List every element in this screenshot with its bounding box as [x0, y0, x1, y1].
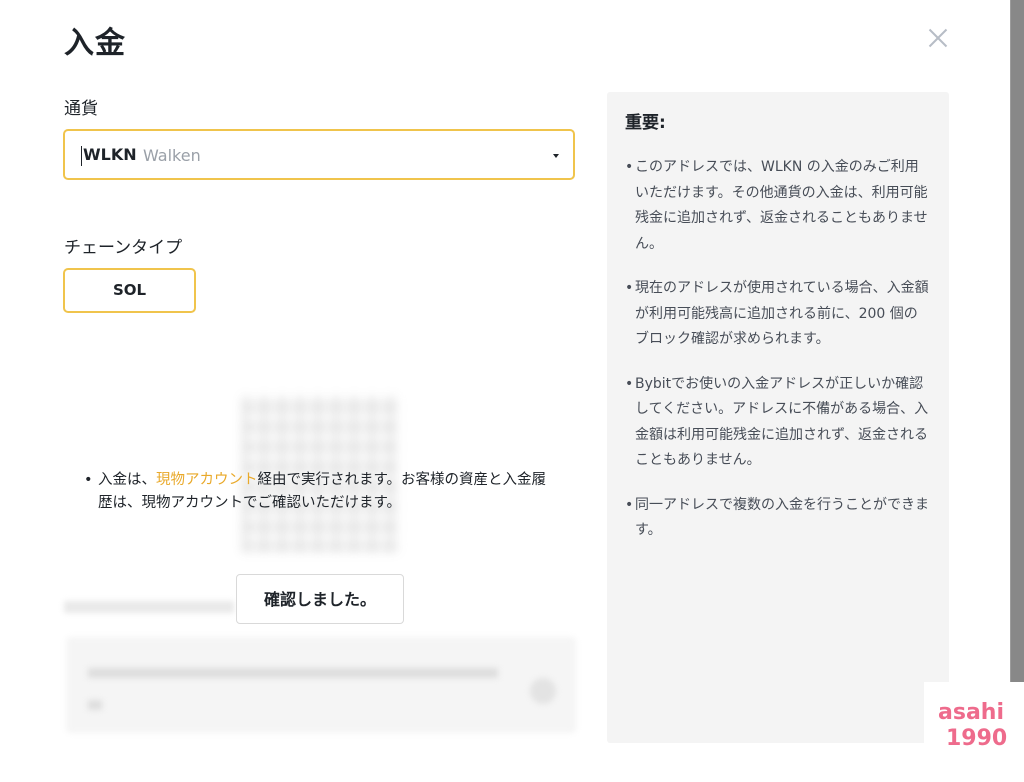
notice-text-before: 入金は、 — [98, 472, 156, 488]
bullet: • — [84, 472, 93, 488]
currency-code: WLKN — [83, 145, 137, 164]
chevron-down-icon[interactable] — [553, 154, 559, 158]
page-title: 入金 — [64, 26, 126, 61]
notice-text: 入金は、現物アカウント経由で実行されます。お客様の資産と入金履歴は、現物アカウン… — [98, 469, 554, 515]
info-item: このアドレスでは、WLKN の入金のみご利用いただけます。その他通貨の入金は、利… — [625, 155, 931, 257]
text-cursor — [81, 146, 82, 166]
important-info-panel: 重要: このアドレスでは、WLKN の入金のみご利用いただけます。その他通貨の入… — [607, 92, 949, 743]
blurred-copy-icon — [530, 678, 556, 704]
info-item: 現在のアドレスが使用されている場合、入金額が利用可能残高に追加される前に、200… — [625, 276, 931, 353]
blurred-address-text — [88, 668, 498, 678]
info-title: 重要: — [625, 113, 666, 133]
info-item: Bybitでお使いの入金アドレスが正しいか確認してください。アドレスに不備がある… — [625, 372, 931, 474]
currency-name: Walken — [143, 146, 201, 165]
watermark: asahi 1990 — [924, 682, 1024, 782]
currency-select[interactable]: WLKN Walken — [63, 129, 575, 180]
spot-account-notice: • 入金は、現物アカウント経由で実行されます。お客様の資産と入金履歴は、現物アカ… — [84, 469, 554, 515]
close-icon[interactable] — [926, 26, 950, 50]
currency-label: 通貨 — [64, 99, 98, 119]
chain-option-sol[interactable]: SOL — [63, 268, 196, 313]
background-page-edge — [1010, 0, 1024, 782]
info-item: 同一アドレスで複数の入金を行うことができます。 — [625, 493, 931, 544]
spot-account-link[interactable]: 現物アカウント — [156, 472, 258, 488]
watermark-line2: 1990 — [946, 726, 1008, 751]
deposit-modal: 入金 通貨 WLKN Walken チェーンタイプ SOL • 入金は、現物アカ… — [0, 0, 1010, 782]
blurred-address-label — [64, 601, 234, 613]
blurred-address-text — [88, 700, 102, 710]
watermark-line1: asahi — [938, 700, 1004, 725]
chain-type-label: チェーンタイプ — [64, 238, 183, 258]
blurred-address-box — [66, 637, 576, 733]
confirm-button[interactable]: 確認しました。 — [236, 574, 404, 624]
